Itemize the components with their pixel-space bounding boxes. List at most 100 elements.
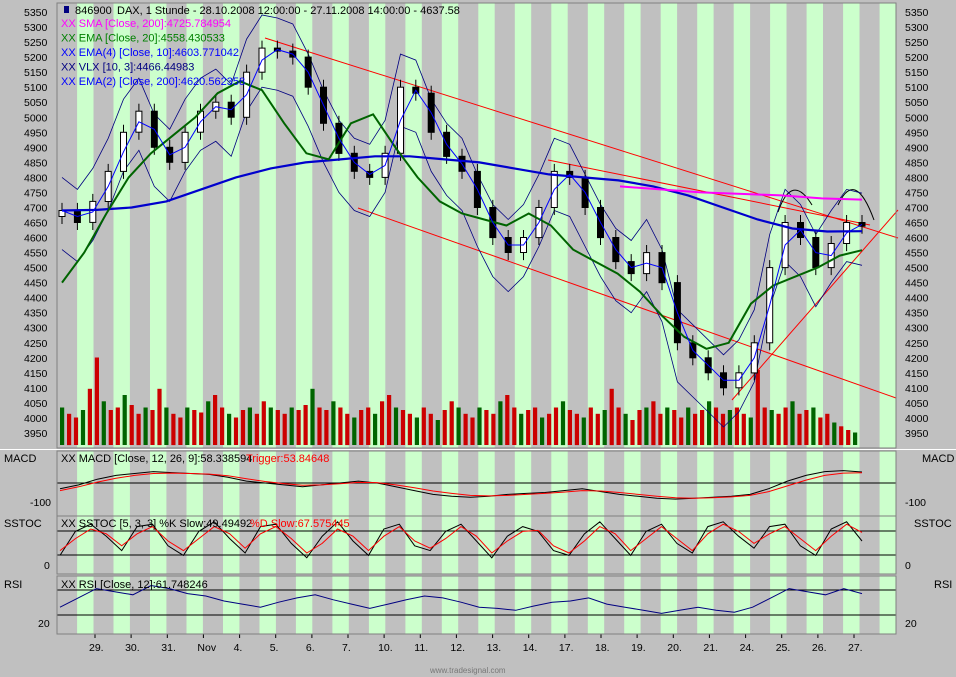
- indicator-legend: XX SMA [Close, 200]:4725.784954 XX EMA [C…: [61, 18, 245, 88]
- price-tick-label: 4850: [24, 157, 48, 169]
- price-tick-label: 4750: [905, 187, 929, 199]
- volume-bar: [707, 401, 712, 446]
- x-tick-label: 4.: [234, 642, 243, 654]
- volume-bar: [853, 432, 858, 445]
- price-tick-label: 5300: [24, 22, 48, 34]
- x-tick-label: 14.: [523, 642, 538, 654]
- price-tick-label: 4050: [905, 398, 929, 410]
- sstoc-panel-label: SSTOC: [4, 518, 42, 530]
- session-stripe: [332, 576, 349, 634]
- volume-bar: [199, 412, 204, 445]
- price-tick-label: 4450: [24, 278, 48, 290]
- session-stripe: [478, 516, 495, 574]
- session-stripe: [697, 576, 714, 634]
- volume-bar: [526, 410, 531, 445]
- volume-bar: [846, 430, 851, 445]
- volume-bar: [80, 410, 86, 445]
- volume-bar: [567, 410, 572, 445]
- volume-bar: [366, 407, 371, 445]
- price-tick-label: 5200: [905, 52, 929, 64]
- volume-bar: [804, 410, 809, 445]
- macd-panel-label: MACD: [4, 453, 36, 465]
- volume-bar: [150, 410, 155, 445]
- volume-bar: [317, 407, 322, 445]
- volume-bar: [164, 407, 169, 445]
- price-tick-label: 5250: [24, 37, 48, 49]
- price-tick-label: 5150: [905, 67, 929, 79]
- x-tick-label: Nov: [197, 642, 216, 654]
- volume-bar: [630, 420, 635, 445]
- volume-bar: [581, 417, 586, 445]
- volume-bar: [797, 413, 802, 446]
- macd-legend: XX MACD [Close, 12, 26, 9]:58.338594: [61, 453, 252, 465]
- volume-bar: [338, 407, 343, 445]
- volume-bar: [303, 405, 308, 445]
- price-tick-label: 3950: [905, 428, 929, 440]
- legend-entry: XX EMA(4) [Close, 10]:4603.771042: [61, 47, 239, 59]
- volume-bar: [498, 401, 503, 446]
- x-tick-label: 17.: [559, 642, 574, 654]
- chart-symbol: 846900: [75, 5, 112, 17]
- rsi-panel-label: RSI: [4, 579, 22, 591]
- volume-bar: [289, 407, 294, 445]
- volume-bar: [87, 388, 92, 446]
- volume-bar: [477, 407, 482, 445]
- session-stripe: [551, 516, 568, 574]
- rsi-legend: XX RSI [Close, 12]:61.748246: [61, 579, 208, 591]
- price-tick-label: 4150: [905, 368, 929, 380]
- volume-bar: [686, 407, 691, 445]
- x-tick-label: 20.: [667, 642, 682, 654]
- volume-bar: [227, 413, 232, 446]
- volume-bar: [762, 407, 767, 445]
- volume-bar: [400, 410, 406, 445]
- session-stripe: [660, 3, 678, 448]
- session-stripe: [441, 516, 459, 574]
- volume-bar: [324, 410, 329, 445]
- volume-bar: [741, 413, 746, 446]
- macd-tick-right: -100: [905, 497, 926, 509]
- price-tick-label: 5250: [905, 37, 929, 49]
- volume-bar: [115, 407, 120, 445]
- price-tick-label: 4600: [905, 233, 929, 245]
- x-tick-label: 11.: [414, 642, 428, 654]
- price-tick-label: 4000: [24, 413, 48, 425]
- price-tick-label: 5100: [24, 82, 48, 94]
- session-stripe: [514, 3, 532, 448]
- volume-bar: [623, 413, 628, 446]
- legend-entry: XX SMA [Close, 200]:4725.784954: [61, 18, 231, 30]
- volume-bar: [491, 413, 496, 446]
- x-tick-label: 31.: [161, 642, 176, 654]
- volume-bar: [574, 413, 579, 446]
- price-tick-label: 4900: [24, 142, 48, 154]
- volume-bar: [456, 407, 461, 445]
- session-stripe: [514, 576, 532, 634]
- price-tick-label: 4250: [905, 338, 929, 350]
- volume-bar: [637, 410, 642, 445]
- volume-bar: [470, 417, 475, 445]
- volume-bar: [213, 395, 218, 445]
- volume-bar: [463, 413, 468, 446]
- sstoc-legend: XX SSTOC [5, 3, 3] %K Slow:49.49492: [61, 518, 252, 530]
- session-stripe: [660, 576, 678, 634]
- volume-bar: [588, 407, 593, 445]
- volume-bar: [679, 417, 684, 445]
- session-stripe: [551, 3, 568, 448]
- session-stripe: [806, 3, 823, 448]
- price-tick-label: 4650: [24, 218, 48, 230]
- price-tick-label: 4500: [24, 263, 48, 275]
- volume-bar: [192, 410, 197, 445]
- price-tick-label: 4050: [24, 398, 48, 410]
- macd-trigger-legend: Trigger:53.84648: [246, 453, 329, 465]
- volume-bar: [790, 401, 795, 446]
- volume-bar: [519, 413, 524, 446]
- volume-bar: [811, 407, 816, 445]
- price-tick-label: 4300: [905, 323, 929, 335]
- session-stripe: [551, 576, 568, 634]
- price-tick-label: 5150: [24, 67, 48, 79]
- price-tick-label: 4950: [24, 127, 48, 139]
- session-stripe: [879, 516, 896, 574]
- price-tick-label: 4100: [905, 383, 929, 395]
- session-stripe: [441, 576, 459, 634]
- session-stripe: [368, 516, 386, 574]
- session-stripe: [223, 576, 240, 634]
